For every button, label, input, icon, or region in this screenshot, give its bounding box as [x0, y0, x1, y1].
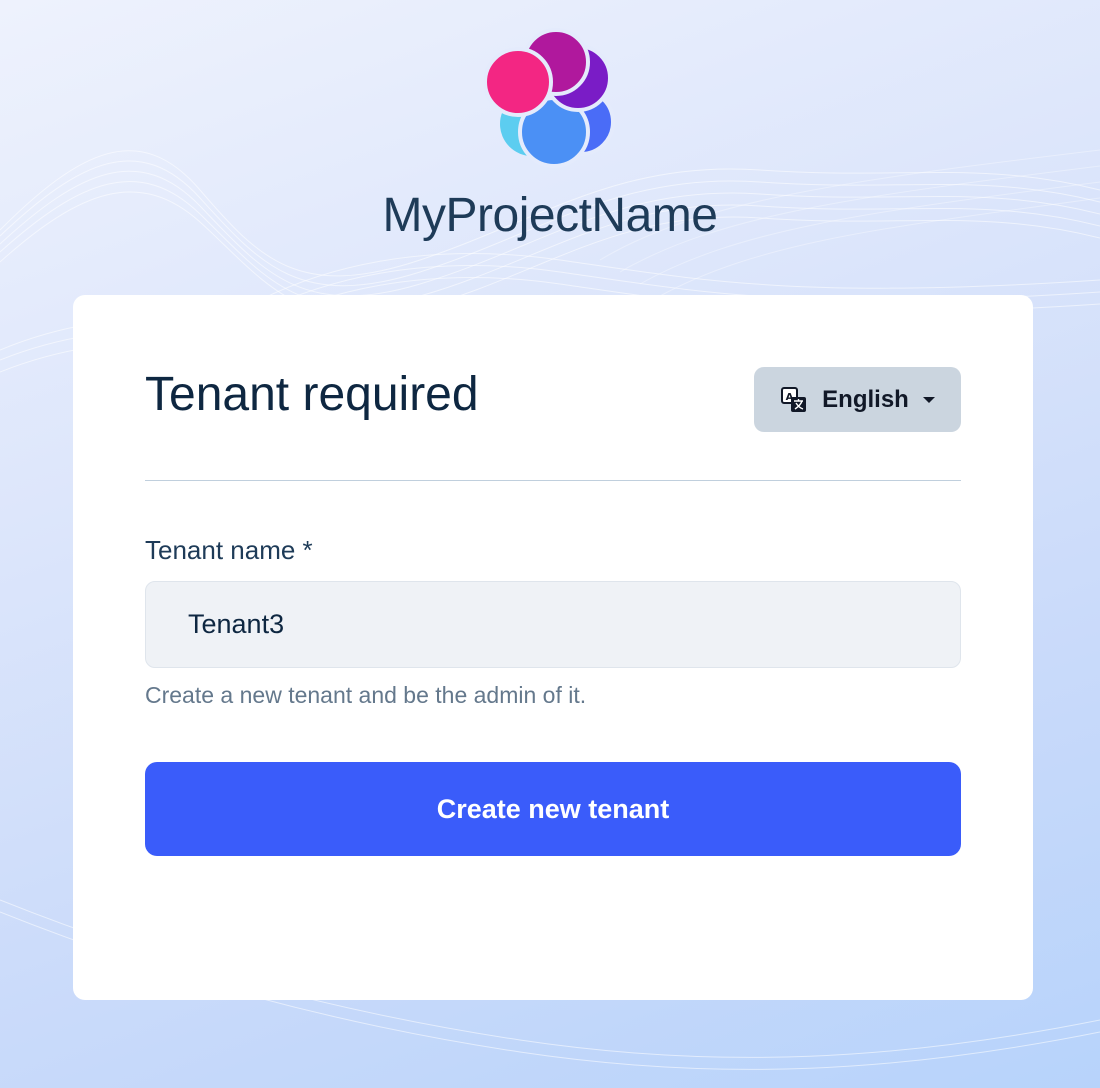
language-selector-button[interactable]: A English: [754, 367, 961, 432]
page-title: Tenant required: [145, 368, 479, 421]
tenant-name-label: Tenant name *: [145, 535, 313, 565]
language-label: English: [822, 385, 909, 413]
flower-logo-icon: [484, 28, 615, 168]
header-divider: [145, 480, 961, 481]
translate-icon: A: [781, 386, 807, 412]
tenant-name-input[interactable]: [145, 581, 961, 668]
brand-header: MyProjectName: [0, 28, 1100, 243]
create-tenant-button[interactable]: Create new tenant: [145, 762, 961, 856]
tenant-card: Tenant required A English Tenant name * …: [73, 295, 1033, 1000]
caret-down-icon: [922, 396, 935, 403]
tenant-name-help-text: Create a new tenant and be the admin of …: [145, 682, 587, 708]
app-name: MyProjectName: [382, 189, 718, 242]
